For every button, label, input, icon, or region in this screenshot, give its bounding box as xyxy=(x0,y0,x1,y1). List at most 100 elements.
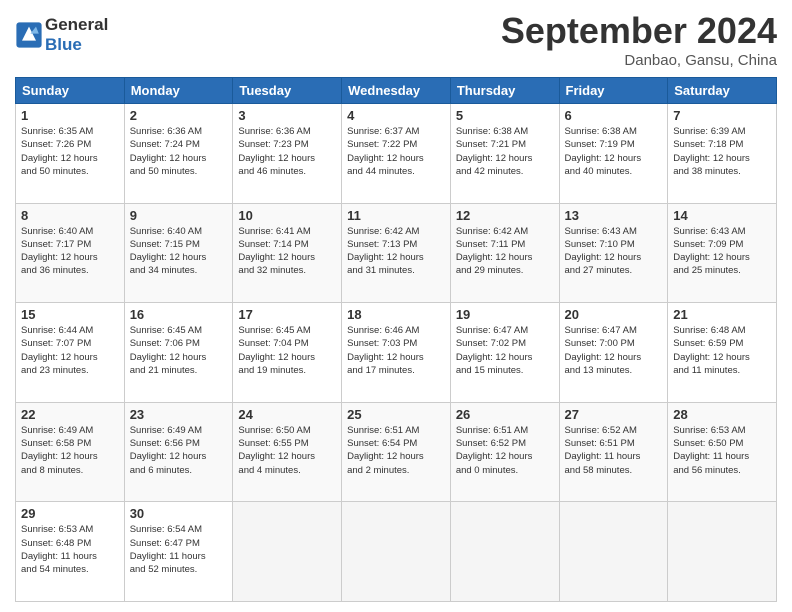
table-row: 26 Sunrise: 6:51 AMSunset: 6:52 PMDaylig… xyxy=(450,402,559,502)
day-number: 27 xyxy=(565,407,663,422)
day-number: 12 xyxy=(456,208,554,223)
table-row: 28 Sunrise: 6:53 AMSunset: 6:50 PMDaylig… xyxy=(668,402,777,502)
day-info: Sunrise: 6:51 AMSunset: 6:52 PMDaylight:… xyxy=(456,424,554,477)
day-number: 10 xyxy=(238,208,336,223)
day-number: 21 xyxy=(673,307,771,322)
day-number: 16 xyxy=(130,307,228,322)
day-number: 5 xyxy=(456,108,554,123)
table-row: 6 Sunrise: 6:38 AMSunset: 7:19 PMDayligh… xyxy=(559,104,668,204)
month-title: September 2024 xyxy=(501,10,777,52)
table-row: 20 Sunrise: 6:47 AMSunset: 7:00 PMDaylig… xyxy=(559,303,668,403)
day-info: Sunrise: 6:49 AMSunset: 6:58 PMDaylight:… xyxy=(21,424,119,477)
day-number: 14 xyxy=(673,208,771,223)
table-row: 15 Sunrise: 6:44 AMSunset: 7:07 PMDaylig… xyxy=(16,303,125,403)
day-info: Sunrise: 6:47 AMSunset: 7:02 PMDaylight:… xyxy=(456,324,554,377)
day-info: Sunrise: 6:45 AMSunset: 7:06 PMDaylight:… xyxy=(130,324,228,377)
day-info: Sunrise: 6:43 AMSunset: 7:10 PMDaylight:… xyxy=(565,225,663,278)
day-number: 30 xyxy=(130,506,228,521)
table-row: 3 Sunrise: 6:36 AMSunset: 7:23 PMDayligh… xyxy=(233,104,342,204)
title-block: September 2024 Danbao, Gansu, China xyxy=(501,10,777,69)
day-info: Sunrise: 6:46 AMSunset: 7:03 PMDaylight:… xyxy=(347,324,445,377)
day-info: Sunrise: 6:54 AMSunset: 6:47 PMDaylight:… xyxy=(130,523,228,576)
table-row xyxy=(668,502,777,602)
day-number: 1 xyxy=(21,108,119,123)
table-row: 9 Sunrise: 6:40 AMSunset: 7:15 PMDayligh… xyxy=(124,203,233,303)
table-row: 27 Sunrise: 6:52 AMSunset: 6:51 PMDaylig… xyxy=(559,402,668,502)
calendar-table: Sunday Monday Tuesday Wednesday Thursday… xyxy=(15,77,777,602)
table-row: 4 Sunrise: 6:37 AMSunset: 7:22 PMDayligh… xyxy=(342,104,451,204)
day-number: 22 xyxy=(21,407,119,422)
day-number: 8 xyxy=(21,208,119,223)
day-info: Sunrise: 6:36 AMSunset: 7:23 PMDaylight:… xyxy=(238,125,336,178)
day-info: Sunrise: 6:36 AMSunset: 7:24 PMDaylight:… xyxy=(130,125,228,178)
day-number: 18 xyxy=(347,307,445,322)
table-row: 25 Sunrise: 6:51 AMSunset: 6:54 PMDaylig… xyxy=(342,402,451,502)
day-info: Sunrise: 6:38 AMSunset: 7:19 PMDaylight:… xyxy=(565,125,663,178)
day-number: 28 xyxy=(673,407,771,422)
day-info: Sunrise: 6:53 AMSunset: 6:48 PMDaylight:… xyxy=(21,523,119,576)
day-info: Sunrise: 6:37 AMSunset: 7:22 PMDaylight:… xyxy=(347,125,445,178)
table-row: 13 Sunrise: 6:43 AMSunset: 7:10 PMDaylig… xyxy=(559,203,668,303)
table-row: 24 Sunrise: 6:50 AMSunset: 6:55 PMDaylig… xyxy=(233,402,342,502)
day-number: 23 xyxy=(130,407,228,422)
table-row: 1 Sunrise: 6:35 AMSunset: 7:26 PMDayligh… xyxy=(16,104,125,204)
table-row: 29 Sunrise: 6:53 AMSunset: 6:48 PMDaylig… xyxy=(16,502,125,602)
table-row: 7 Sunrise: 6:39 AMSunset: 7:18 PMDayligh… xyxy=(668,104,777,204)
table-row: 16 Sunrise: 6:45 AMSunset: 7:06 PMDaylig… xyxy=(124,303,233,403)
day-info: Sunrise: 6:38 AMSunset: 7:21 PMDaylight:… xyxy=(456,125,554,178)
day-number: 13 xyxy=(565,208,663,223)
day-number: 2 xyxy=(130,108,228,123)
col-wednesday: Wednesday xyxy=(342,78,451,104)
day-info: Sunrise: 6:47 AMSunset: 7:00 PMDaylight:… xyxy=(565,324,663,377)
table-row: 10 Sunrise: 6:41 AMSunset: 7:14 PMDaylig… xyxy=(233,203,342,303)
day-info: Sunrise: 6:50 AMSunset: 6:55 PMDaylight:… xyxy=(238,424,336,477)
day-info: Sunrise: 6:49 AMSunset: 6:56 PMDaylight:… xyxy=(130,424,228,477)
day-number: 4 xyxy=(347,108,445,123)
table-row: 2 Sunrise: 6:36 AMSunset: 7:24 PMDayligh… xyxy=(124,104,233,204)
header: General Blue September 2024 Danbao, Gans… xyxy=(15,10,777,69)
day-info: Sunrise: 6:40 AMSunset: 7:15 PMDaylight:… xyxy=(130,225,228,278)
table-row: 17 Sunrise: 6:45 AMSunset: 7:04 PMDaylig… xyxy=(233,303,342,403)
col-monday: Monday xyxy=(124,78,233,104)
day-number: 17 xyxy=(238,307,336,322)
day-info: Sunrise: 6:53 AMSunset: 6:50 PMDaylight:… xyxy=(673,424,771,477)
day-info: Sunrise: 6:42 AMSunset: 7:11 PMDaylight:… xyxy=(456,225,554,278)
logo-text: General Blue xyxy=(45,15,108,55)
table-row: 21 Sunrise: 6:48 AMSunset: 6:59 PMDaylig… xyxy=(668,303,777,403)
table-row xyxy=(559,502,668,602)
day-info: Sunrise: 6:39 AMSunset: 7:18 PMDaylight:… xyxy=(673,125,771,178)
day-info: Sunrise: 6:35 AMSunset: 7:26 PMDaylight:… xyxy=(21,125,119,178)
day-info: Sunrise: 6:52 AMSunset: 6:51 PMDaylight:… xyxy=(565,424,663,477)
table-row: 11 Sunrise: 6:42 AMSunset: 7:13 PMDaylig… xyxy=(342,203,451,303)
day-number: 3 xyxy=(238,108,336,123)
day-number: 7 xyxy=(673,108,771,123)
day-number: 9 xyxy=(130,208,228,223)
col-tuesday: Tuesday xyxy=(233,78,342,104)
day-info: Sunrise: 6:43 AMSunset: 7:09 PMDaylight:… xyxy=(673,225,771,278)
day-number: 20 xyxy=(565,307,663,322)
day-number: 24 xyxy=(238,407,336,422)
table-row: 22 Sunrise: 6:49 AMSunset: 6:58 PMDaylig… xyxy=(16,402,125,502)
logo: General Blue xyxy=(15,15,108,55)
table-row: 12 Sunrise: 6:42 AMSunset: 7:11 PMDaylig… xyxy=(450,203,559,303)
day-number: 29 xyxy=(21,506,119,521)
table-row: 23 Sunrise: 6:49 AMSunset: 6:56 PMDaylig… xyxy=(124,402,233,502)
day-info: Sunrise: 6:41 AMSunset: 7:14 PMDaylight:… xyxy=(238,225,336,278)
col-friday: Friday xyxy=(559,78,668,104)
table-row xyxy=(233,502,342,602)
day-info: Sunrise: 6:42 AMSunset: 7:13 PMDaylight:… xyxy=(347,225,445,278)
table-row xyxy=(342,502,451,602)
day-number: 11 xyxy=(347,208,445,223)
col-sunday: Sunday xyxy=(16,78,125,104)
day-info: Sunrise: 6:51 AMSunset: 6:54 PMDaylight:… xyxy=(347,424,445,477)
page: General Blue September 2024 Danbao, Gans… xyxy=(0,0,792,612)
table-row: 18 Sunrise: 6:46 AMSunset: 7:03 PMDaylig… xyxy=(342,303,451,403)
day-number: 19 xyxy=(456,307,554,322)
table-row: 8 Sunrise: 6:40 AMSunset: 7:17 PMDayligh… xyxy=(16,203,125,303)
location: Danbao, Gansu, China xyxy=(501,52,777,69)
day-info: Sunrise: 6:48 AMSunset: 6:59 PMDaylight:… xyxy=(673,324,771,377)
table-row: 19 Sunrise: 6:47 AMSunset: 7:02 PMDaylig… xyxy=(450,303,559,403)
day-number: 25 xyxy=(347,407,445,422)
day-info: Sunrise: 6:40 AMSunset: 7:17 PMDaylight:… xyxy=(21,225,119,278)
day-info: Sunrise: 6:45 AMSunset: 7:04 PMDaylight:… xyxy=(238,324,336,377)
